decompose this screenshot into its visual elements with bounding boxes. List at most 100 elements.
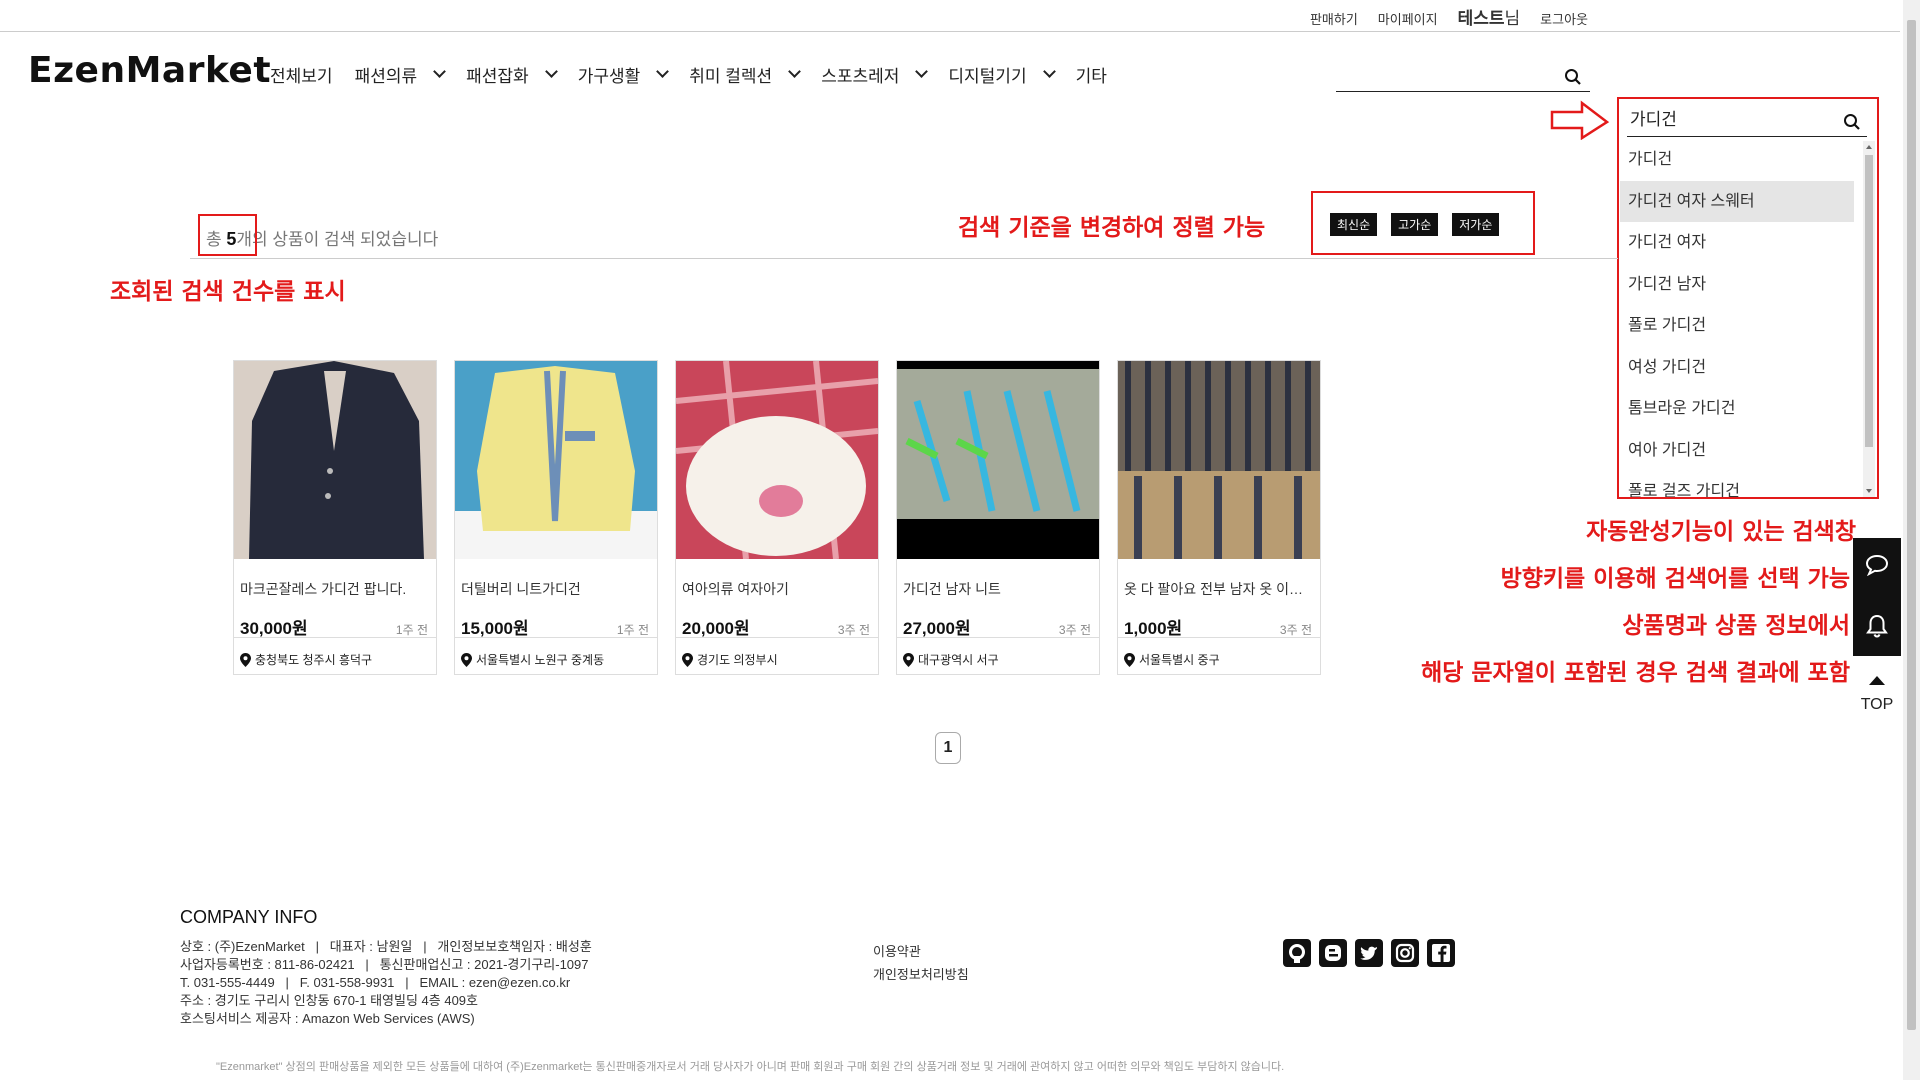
product-image[interactable]: [234, 361, 436, 559]
product-name: 더틸버리 니트가디건: [461, 581, 581, 597]
location-pin-icon: [682, 652, 693, 667]
location-pin-icon: [240, 652, 251, 667]
floating-dark-panel: [1853, 538, 1901, 656]
sort-high-price-button[interactable]: 고가순: [1391, 213, 1439, 236]
nav-item-etc[interactable]: 기타: [1076, 62, 1107, 86]
product-card[interactable]: 더틸버리 니트가디건 15,000원 1주 전 서울특별시 노원구 중계동: [454, 360, 658, 675]
product-card[interactable]: 마크곤잘레스 가디건 팝니다. 30,000원 1주 전 충청북도 청주시 흥덕…: [233, 360, 437, 675]
product-image[interactable]: [676, 361, 878, 559]
suggestion-item[interactable]: 톰브라운 가디건: [1620, 388, 1854, 430]
suggestion-item[interactable]: 폴로 걸즈 가디건: [1620, 471, 1854, 497]
header-search-input[interactable]: [1336, 62, 1590, 92]
nav-label: 패션잡화: [466, 66, 529, 86]
sort-buttons: 최신순 고가순 저가순: [1330, 213, 1500, 236]
divider: [897, 637, 1099, 638]
facebook-icon[interactable]: [1427, 939, 1455, 967]
nav-item-sports-leisure[interactable]: 스포츠레저: [821, 62, 929, 86]
search-icon[interactable]: [1843, 113, 1861, 131]
instagram-icon[interactable]: [1391, 939, 1419, 967]
annotation-arrow-icon: [1550, 100, 1610, 140]
nav-label: 가구생활: [577, 66, 641, 86]
product-image[interactable]: [455, 361, 657, 559]
suggestion-scrollbar[interactable]: [1863, 141, 1875, 497]
suggestion-item[interactable]: 가디건 여자: [1620, 222, 1854, 264]
top-utility-bar: 판매하기 마이페이지 테스트 님 로그아웃: [0, 0, 1900, 32]
logout-link[interactable]: 로그아웃: [1540, 9, 1588, 28]
chevron-down-icon: [433, 65, 446, 78]
divider: [676, 637, 878, 638]
user-name: 테스트: [1457, 9, 1505, 28]
scroll-top-button[interactable]: TOP: [1853, 696, 1901, 714]
nav-item-all[interactable]: 전체보기: [270, 62, 333, 86]
scroll-up-icon[interactable]: [1866, 145, 1872, 149]
suggestion-item[interactable]: 여성 가디건: [1620, 347, 1854, 389]
search-icon[interactable]: [1564, 68, 1582, 86]
autocomplete-search-input[interactable]: 가디건: [1627, 107, 1867, 137]
nav-item-fashion-clothing[interactable]: 패션의류: [354, 62, 446, 86]
product-location: 대구광역시 서구: [903, 651, 999, 668]
product-image[interactable]: [1118, 361, 1320, 559]
product-location: 충청북도 청주시 흥덕구: [240, 651, 372, 668]
nav-label: 스포츠레저: [821, 66, 900, 86]
annotation-ac-note-4: 해당 문자열이 포함된 경우 검색 결과에 포함: [1421, 660, 1850, 686]
sell-link[interactable]: 판매하기: [1310, 9, 1358, 28]
pagination-page-1[interactable]: 1: [935, 732, 961, 764]
nav-item-fashion-accessories[interactable]: 패션잡화: [466, 62, 558, 86]
product-price: 27,000원: [903, 619, 971, 638]
annotation-count-box: [198, 214, 257, 256]
floating-side-menu: TOP: [1853, 538, 1901, 730]
footer-disclaimer: "Ezenmarket" 상점의 판매상품을 제외한 모든 상품들에 대하여 (…: [216, 1061, 1285, 1073]
suggestion-item[interactable]: 가디건: [1620, 139, 1854, 181]
scroll-down-icon[interactable]: [1866, 489, 1872, 493]
product-price: 30,000원: [240, 619, 308, 638]
arrow-up-icon[interactable]: [1869, 676, 1885, 685]
page-scrollbar[interactable]: [1903, 0, 1920, 1080]
blogger-icon[interactable]: [1319, 939, 1347, 967]
privacy-policy-link[interactable]: 개인정보처리방침: [873, 967, 969, 982]
divider: [1118, 637, 1320, 638]
location-text: 대구광역시 서구: [918, 653, 999, 667]
chevron-down-icon: [915, 65, 929, 78]
product-price: 1,000원: [1124, 619, 1183, 638]
footer-line: 사업자등록번호 : 811-86-02421 | 통신판매업신고 : 2021-…: [180, 957, 589, 972]
product-image[interactable]: [897, 361, 1099, 559]
annotation-ac-note-1: 자동완성기능이 있는 검색창: [1586, 519, 1856, 545]
sort-newest-button[interactable]: 최신순: [1330, 213, 1378, 236]
user-suffix: 님: [1504, 9, 1521, 28]
footer-links: 이용약관 개인정보처리방침: [873, 940, 969, 986]
product-name: 옷 다 팔아요 전부 남자 옷 이…: [1124, 581, 1304, 597]
product-card[interactable]: 여아의류 여자아기 20,000원 3주 전 경기도 의정부시: [675, 360, 879, 675]
nav-item-digital[interactable]: 디지털기기: [948, 62, 1056, 86]
suggestion-item[interactable]: 폴로 가디건: [1620, 305, 1854, 347]
product-time: 3주 전: [1058, 623, 1091, 637]
bell-icon[interactable]: [1866, 614, 1888, 638]
terms-link[interactable]: 이용약관: [873, 944, 921, 959]
mypage-link[interactable]: 마이페이지: [1378, 9, 1438, 28]
chevron-down-icon: [656, 65, 670, 78]
scrollbar-thumb[interactable]: [1865, 155, 1873, 447]
github-icon[interactable]: [1283, 939, 1311, 967]
suggestion-item[interactable]: 여아 가디건: [1620, 430, 1854, 472]
twitter-icon[interactable]: [1355, 939, 1383, 967]
nav-item-hobby-collection[interactable]: 취미 컬렉션: [689, 62, 802, 86]
product-card[interactable]: 옷 다 팔아요 전부 남자 옷 이… 1,000원 3주 전 서울특별시 중구: [1117, 360, 1321, 675]
chat-icon[interactable]: [1865, 554, 1889, 576]
page-scrollbar-thumb[interactable]: [1907, 20, 1916, 1030]
nav-item-furniture-living[interactable]: 가구생활: [577, 62, 670, 86]
nav-label: 디지털기기: [948, 66, 1027, 86]
nav-label: 기타: [1075, 66, 1107, 86]
site-logo[interactable]: EzenMarket: [28, 50, 271, 91]
annotation-count-note: 조회된 검색 건수를 표시: [110, 279, 346, 305]
footer-social-icons: [1283, 939, 1455, 967]
suggestion-item[interactable]: 가디건 남자: [1620, 264, 1854, 306]
suggestion-item-selected[interactable]: 가디건 여자 스웨터: [1620, 180, 1854, 222]
product-grid: 마크곤잘레스 가디건 팝니다. 30,000원 1주 전 충청북도 청주시 흥덕…: [233, 360, 1321, 675]
autocomplete-search-box: 가디건 가디건 가디건 여자 스웨터 가디건 여자 가디건 남자 폴로 가디건 …: [1617, 97, 1879, 499]
nav-label: 취미 컬렉션: [689, 66, 773, 86]
result-suffix: 개의 상품이 검색 되었습니다: [236, 230, 439, 249]
sort-low-price-button[interactable]: 저가순: [1452, 213, 1500, 236]
location-pin-icon: [461, 652, 472, 667]
nav-label: 패션의류: [354, 66, 418, 86]
product-card[interactable]: 가디건 남자 니트 27,000원 3주 전 대구광역시 서구: [896, 360, 1100, 675]
footer-company-info: 상호 : (주)EzenMarket | 대표자 : 남원일 | 개인정보보호책…: [180, 938, 592, 1028]
